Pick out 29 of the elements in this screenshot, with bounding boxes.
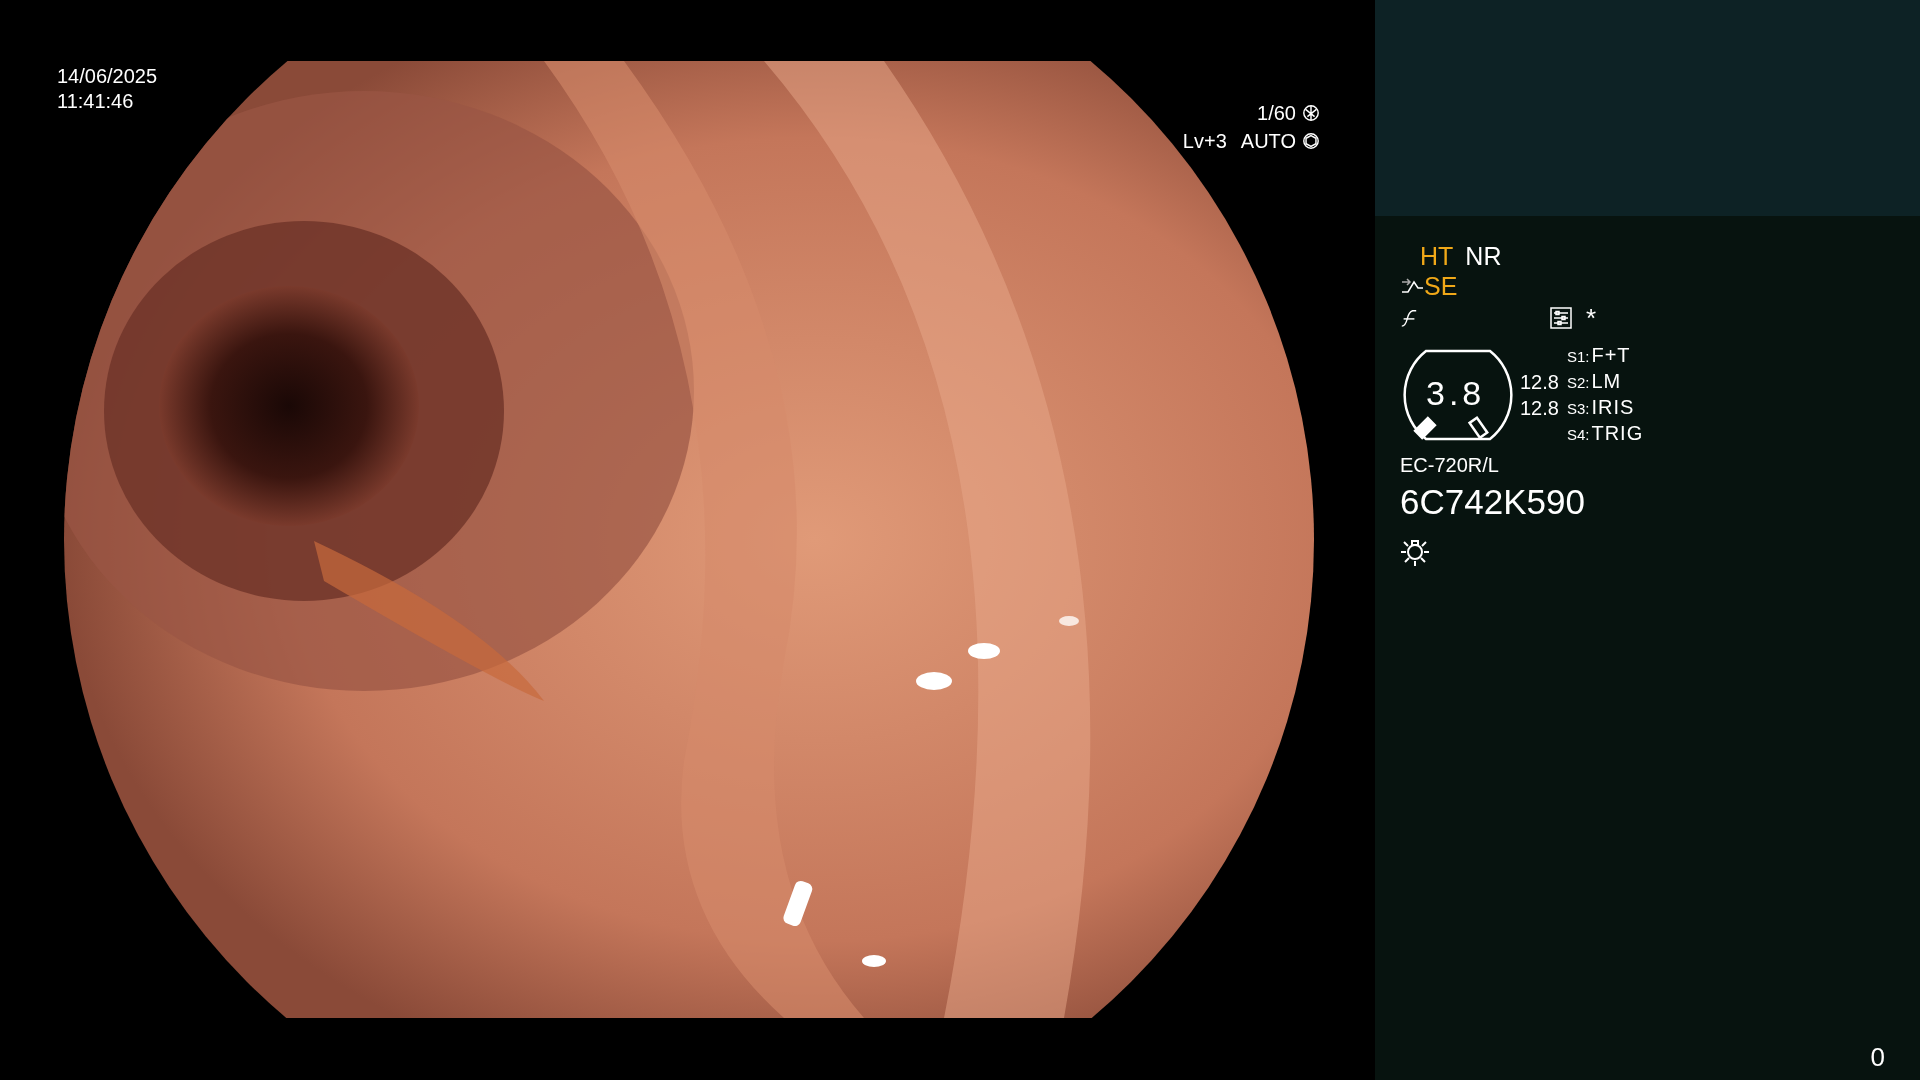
curve-icon xyxy=(1400,308,1418,328)
time-text: 11:41:46 xyxy=(57,89,135,114)
enhancement-label: SE xyxy=(1424,271,1458,301)
sliders-icon xyxy=(1550,307,1572,329)
gauge-reading: 12.8 xyxy=(1520,370,1559,395)
scope-model: EC-720R/L xyxy=(1400,453,1499,477)
mode-label: HT xyxy=(1420,241,1454,271)
gauge-reading: 12.8 xyxy=(1520,396,1559,421)
switch-key: S2: xyxy=(1566,370,1590,395)
lamp-icon xyxy=(1400,537,1430,567)
date-text: 14/06/2025 xyxy=(57,64,158,89)
switch-key: S3: xyxy=(1566,396,1590,421)
switch-function: F+T xyxy=(1591,343,1631,368)
switch-function: TRIG xyxy=(1591,421,1644,446)
switch-key: S1: xyxy=(1566,344,1590,369)
switch-function: LM xyxy=(1591,369,1622,394)
switch-function: IRIS xyxy=(1591,395,1635,420)
brightness-level: Lv+3 xyxy=(1182,129,1227,154)
asterisk-mark: * xyxy=(1586,305,1597,331)
aperture-icon xyxy=(1302,132,1320,150)
mode-label: NR xyxy=(1465,241,1502,271)
switch-key: S4: xyxy=(1566,422,1590,447)
image-counter: 0 xyxy=(1870,1042,1885,1072)
serial-number: 6C742K590 xyxy=(1400,481,1585,523)
shutter-speed: 1/60 xyxy=(1257,101,1296,126)
contour-icon xyxy=(1400,276,1424,296)
shutter-icon xyxy=(1302,104,1320,122)
gauge-value: 3.8 xyxy=(1426,375,1486,411)
iris-mode: AUTO xyxy=(1240,129,1296,154)
